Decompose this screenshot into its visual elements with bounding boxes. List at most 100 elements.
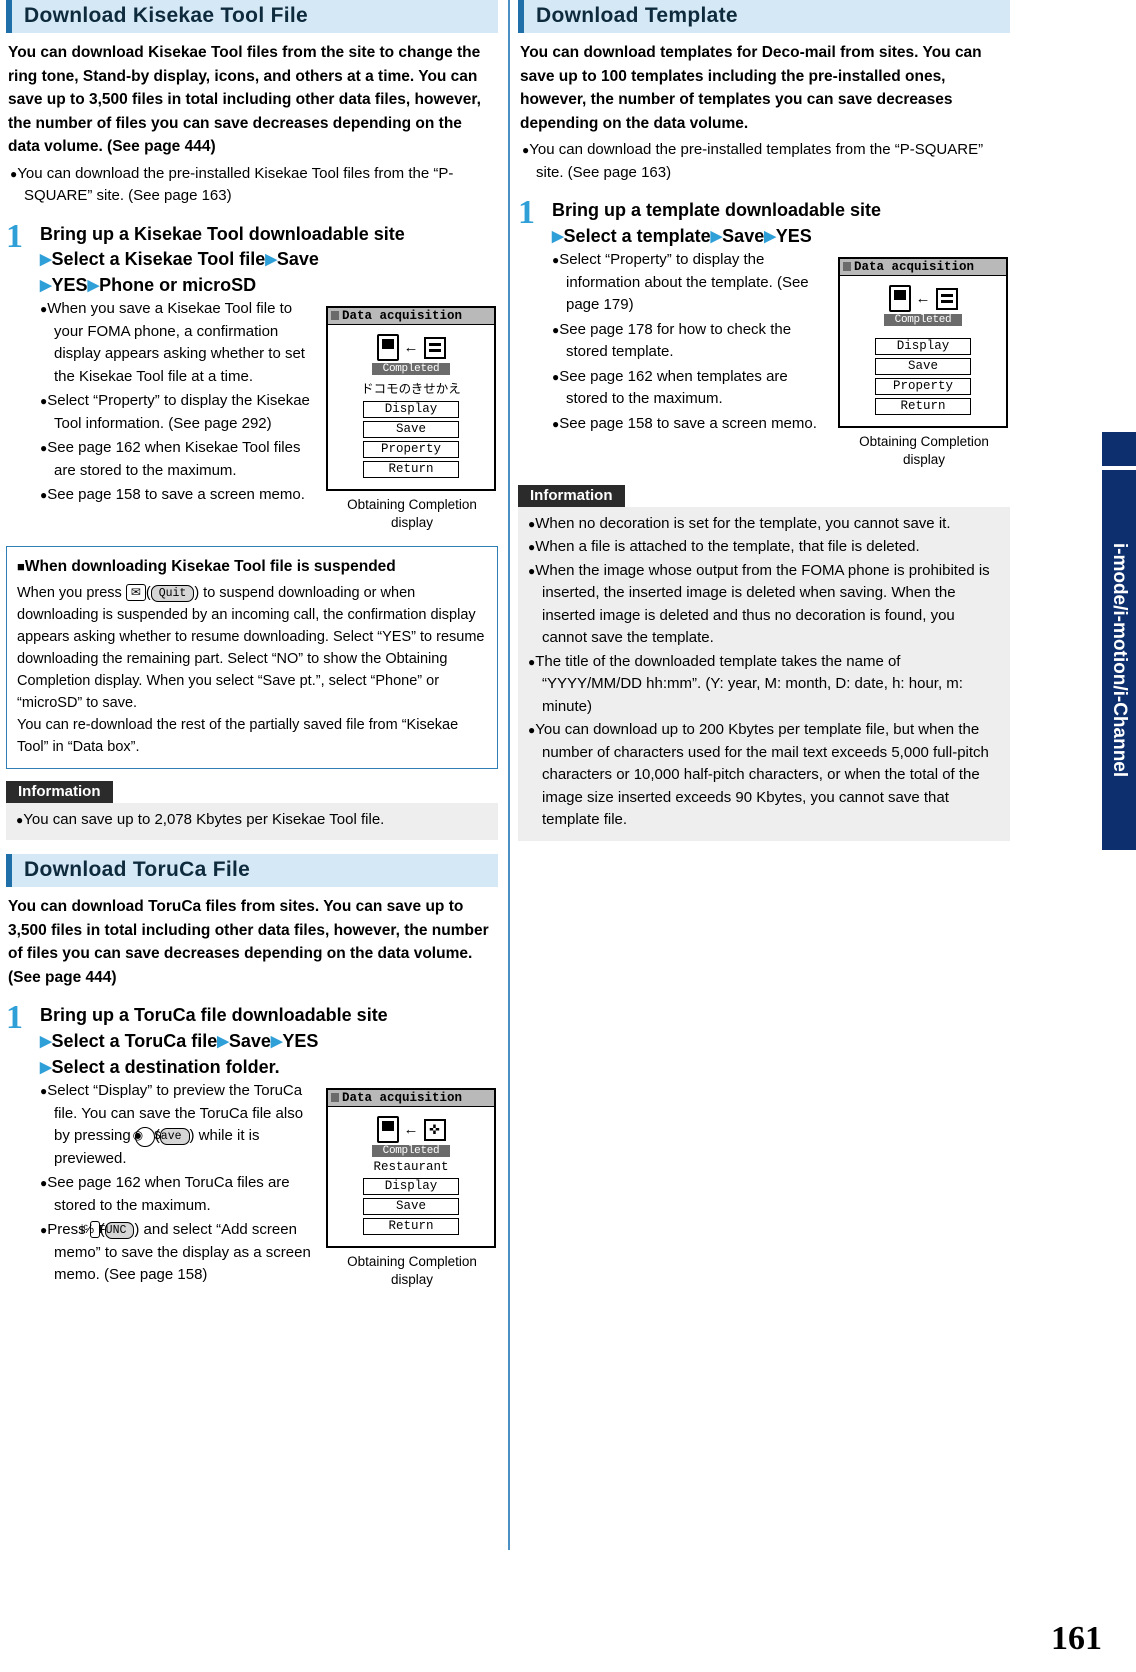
transfer-icons: ← [848,285,998,313]
triangle-icon: ▶ [764,227,776,245]
file-icon [423,336,446,359]
step-title: Bring up a ToruCa file downloadable site… [40,1005,388,1077]
section-heading-download-template: Download Template [518,0,1010,33]
screenshot-button-display[interactable]: Display [363,1178,459,1196]
column-divider [508,0,510,1550]
square-bullet-icon: ■ [17,559,25,574]
screenshot-toruca-wrap: Data acquisition ← ✜ Completed Restauran… [326,1088,498,1289]
step-toruca: 1 Bring up a ToruCa file downloadable si… [6,999,498,1292]
triangle-icon: ▶ [40,276,52,294]
step-number: 1 [6,217,23,255]
screenshot-kisekae-wrap: Data acquisition ← Completed ドコモのきせかえ Di… [326,306,498,532]
transfer-icons: ← [336,334,486,362]
phone-screenshot: Data acquisition ← Completed Display Sav… [838,257,1008,429]
triangle-icon: ▶ [40,1058,52,1076]
template-intro: You can download templates for Deco-mail… [520,44,982,132]
triangle-icon: ▶ [710,227,723,245]
screenshot-menu: Display Save Property Return [336,401,486,479]
phone-icon [888,285,911,313]
screenshot-button-save[interactable]: Save [363,1198,459,1216]
triangle-icon: ▶ [265,251,277,269]
triangle-icon: ▶ [552,227,564,245]
toruca-card-icon: ✜ [423,1118,446,1141]
screenshot-button-return[interactable]: Return [875,398,971,416]
screenshot-subtitle: Restaurant [373,1160,449,1175]
screenshot-body: ← ✜ Completed Restaurant Display Save Re… [328,1107,494,1246]
information-item: ●When no decoration is set for the templ… [528,514,951,532]
information-item: ●When a file is attached to the template… [528,538,920,556]
section-heading-download-toruca-file: Download ToruCa File [6,854,498,888]
information-heading: Information [6,780,113,803]
notebox-text: When you press ✉(Quit) to suspend downlo… [17,583,485,755]
step-title: Bring up a Kisekae Tool downloadable sit… [40,223,405,295]
screenshot-title: Data acquisition [328,1090,494,1108]
step-body: Bring up a ToruCa file downloadable site… [40,1003,498,1292]
manual-page: Download Kisekae Tool File You can downl… [0,0,1136,1672]
step-title: Bring up a template downloadable site ▶S… [552,200,882,246]
screenshot-menu: Display Save Property Return [848,338,998,416]
arrow-left-icon: ← [915,290,931,308]
step-number: 1 [6,999,23,1037]
screenshot-button-property[interactable]: Property [875,378,971,396]
screenshot-menu: Display Save Return [336,1178,486,1236]
screenshot-button-save[interactable]: Save [875,358,971,376]
triangle-icon: ▶ [270,1033,283,1051]
notebox-title: ■When downloading Kisekae Tool file is s… [17,558,396,575]
phone-icon [376,1116,399,1144]
screenshot-button-display[interactable]: Display [363,401,459,419]
arrow-left-icon: ← [403,1121,419,1139]
screenshot-template-wrap: Data acquisition ← Completed Display Sav… [838,257,1010,469]
phone-screenshot: Data acquisition ← Completed ドコモのきせかえ Di… [326,306,496,492]
completed-badge: Completed [372,363,450,376]
phone-screenshot: Data acquisition ← ✜ Completed Restauran… [326,1088,496,1249]
information-body: ●You can save up to 2,078 Kbytes per Kis… [6,802,498,841]
screenshot-button-display[interactable]: Display [875,338,971,356]
section1-bullet: ●You can download the pre-installed Kise… [10,164,454,205]
side-tab: i-mode/i-motion/i-Channel [1102,470,1136,850]
information-body: ●When no decoration is set for the templ… [518,506,1010,841]
softkey-func: FUNC [99,1222,135,1240]
information-item: ●The title of the downloaded template ta… [528,652,963,715]
screenshot-button-return[interactable]: Return [363,1218,459,1236]
right-column: Download Template You can download templ… [518,0,1010,841]
completed-badge: Completed [884,314,962,327]
softkey-save: Save [154,1128,190,1146]
suspended-download-notebox: ■When downloading Kisekae Tool file is s… [6,546,498,769]
section1-intro: You can download Kisekae Tool files from… [8,44,481,156]
step-kisekae: 1 Bring up a Kisekae Tool downloadable s… [6,217,498,536]
information-item: ●When the image whose output from the FO… [528,561,990,647]
screenshot-caption: Obtaining Completion display [347,1254,477,1287]
triangle-icon: ▶ [87,276,100,294]
arrow-left-icon: ← [403,339,419,357]
phone-icon [376,334,399,362]
information-heading: Information [518,484,625,507]
section2-intro: You can download ToruCa files from sites… [8,898,489,986]
center-key-icon: ◉ [133,1127,155,1148]
triangle-icon: ▶ [217,1033,229,1051]
information-item: ●You can download up to 200 Kbytes per t… [528,721,989,829]
template-icon [935,287,958,310]
triangle-icon: ▶ [40,1033,52,1051]
screenshot-body: ← Completed ドコモのきせかえ Display Save Proper… [328,325,494,489]
screenshot-button-property[interactable]: Property [363,441,459,459]
step-body: Bring up a Kisekae Tool downloadable sit… [40,222,498,536]
side-tab-marker [1102,432,1136,466]
template-bullet: ●You can download the pre-installed temp… [522,141,984,181]
screenshot-title: Data acquisition [840,259,1006,277]
step-number: 1 [518,194,535,232]
screenshot-caption: Obtaining Completion display [347,497,477,531]
transfer-icons: ← ✜ [336,1116,486,1144]
information-item: ●You can save up to 2,078 Kbytes per Kis… [16,810,385,828]
screenshot-body: ← Completed Display Save Property Return [840,276,1006,426]
left-column: Download Kisekae Tool File You can downl… [6,0,498,1293]
side-tab-label: i-mode/i-motion/i-Channel [1109,542,1130,778]
screenshot-subtitle: ドコモのきせかえ [361,383,461,398]
triangle-icon: ▶ [40,251,52,269]
completed-badge: Completed [372,1145,450,1158]
step-body: Bring up a template downloadable site ▶S… [552,198,1010,473]
screenshot-title: Data acquisition [328,308,494,326]
mail-key-icon: ✉ [125,583,146,601]
section-heading-download-kisekae-tool-file: Download Kisekae Tool File [6,0,498,33]
screenshot-button-save[interactable]: Save [363,421,459,439]
screenshot-button-return[interactable]: Return [363,461,459,479]
